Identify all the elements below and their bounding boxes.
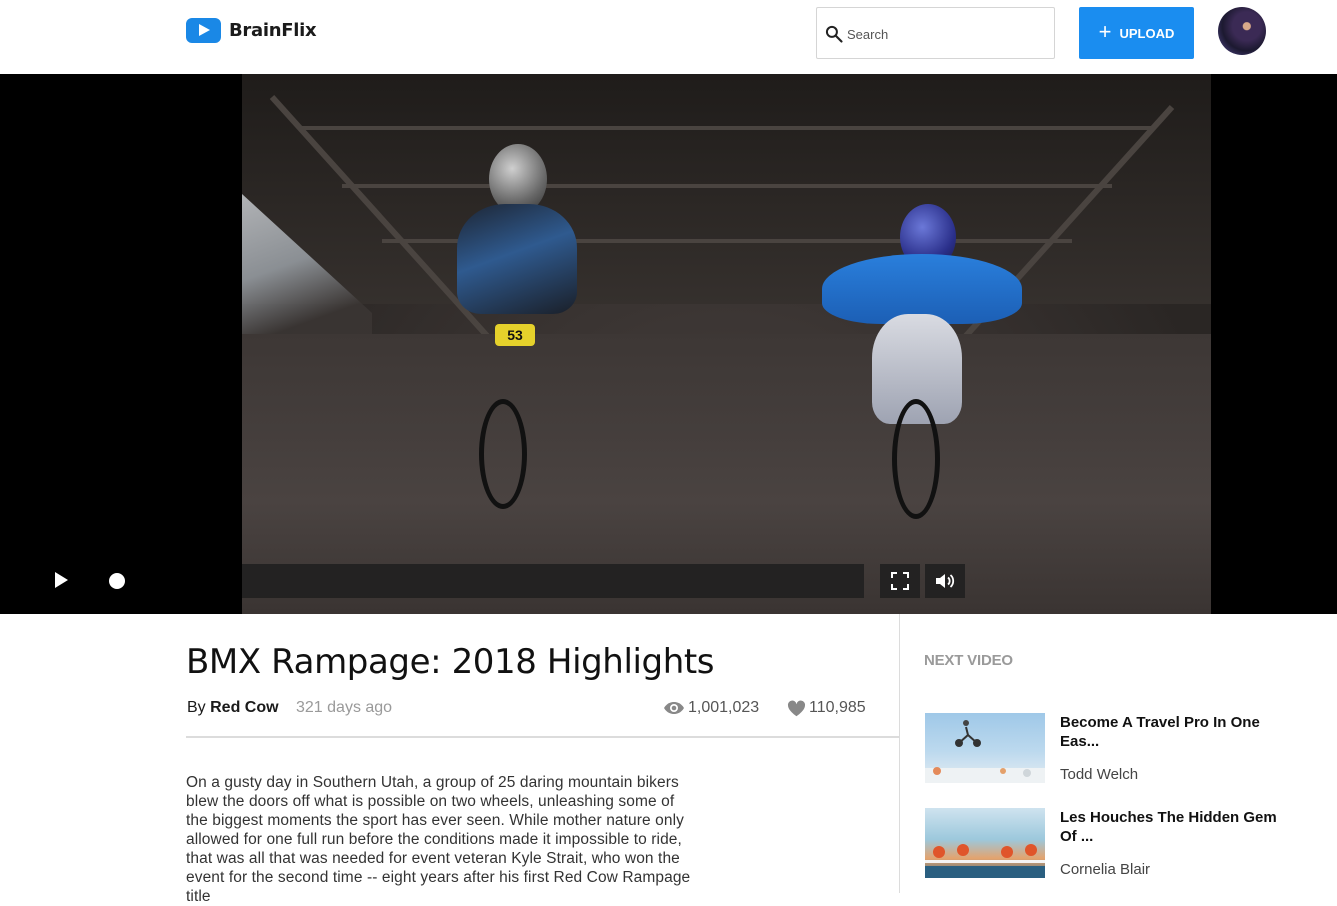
meta-divider [186, 736, 899, 738]
heart-icon [787, 700, 806, 716]
logo-text: BrainFlix [229, 20, 317, 41]
video-title: BMX Rampage: 2018 Highlights [186, 642, 715, 682]
video-thumbnail [925, 713, 1045, 783]
next-video-item[interactable]: Become A Travel Pro In One Eas... Todd W… [924, 713, 1324, 783]
posted-time: 321 days ago [296, 699, 393, 716]
search-icon [825, 25, 843, 43]
fullscreen-button[interactable] [880, 564, 920, 598]
next-video-title: Les Houches The Hidden Gem Of ... [1060, 809, 1277, 845]
volume-button[interactable] [925, 564, 965, 598]
fullscreen-icon [891, 572, 909, 590]
avatar[interactable] [1218, 7, 1266, 55]
like-count[interactable]: 110,985 [787, 699, 866, 717]
roof-beam [302, 126, 1152, 130]
progress-bar[interactable] [242, 564, 864, 598]
likes-value: 110,985 [809, 699, 866, 716]
arena-roof [242, 74, 1211, 304]
top-nav: BrainFlix + UPLOAD [0, 0, 1337, 74]
video-thumbnail [925, 808, 1045, 878]
by-prefix: By [187, 699, 206, 716]
town-thumbnail [925, 844, 1045, 878]
views-value: 1,001,023 [688, 699, 760, 716]
player-controls [0, 564, 1337, 598]
upload-label: UPLOAD [1119, 25, 1175, 41]
rider-body [457, 204, 577, 314]
volume-icon [936, 574, 955, 588]
search-box[interactable] [816, 7, 1055, 59]
scrubber-handle[interactable] [109, 573, 125, 589]
video-player[interactable]: 53 [0, 74, 1337, 614]
next-video-item[interactable]: Les Houches The Hidden Gem Of ... Cornel… [924, 808, 1324, 878]
video-frame: 53 [242, 74, 1211, 614]
next-video-heading: NEXT VIDEO [924, 652, 1013, 669]
next-video-title: Become A Travel Pro In One Eas... [1060, 714, 1260, 750]
byline: By Red Cow [187, 699, 279, 717]
play-button[interactable] [50, 571, 72, 591]
search-input[interactable] [847, 23, 1047, 45]
channel-name[interactable]: Red Cow [210, 699, 278, 716]
rider-left: 53 [437, 144, 597, 514]
eye-icon [664, 702, 684, 714]
wheel [892, 399, 940, 519]
next-video-author: Todd Welch [1060, 766, 1139, 783]
bmx-jump-thumbnail [925, 720, 1045, 783]
wheel [479, 399, 527, 509]
video-meta: By Red Cow 321 days ago 1,001,023 110,98… [186, 699, 899, 721]
plus-icon: + [1098, 18, 1112, 44]
brainflix-logo[interactable]: BrainFlix [186, 18, 317, 43]
view-count: 1,001,023 [663, 699, 759, 717]
upload-button[interactable]: + UPLOAD [1079, 7, 1194, 59]
next-video-author: Cornelia Blair [1060, 861, 1151, 878]
video-description: On a gusty day in Southern Utah, a group… [186, 774, 691, 905]
race-plate: 53 [495, 324, 535, 346]
play-logo-icon [186, 18, 221, 43]
sidebar-divider [899, 614, 900, 893]
rider-right [812, 204, 1032, 534]
